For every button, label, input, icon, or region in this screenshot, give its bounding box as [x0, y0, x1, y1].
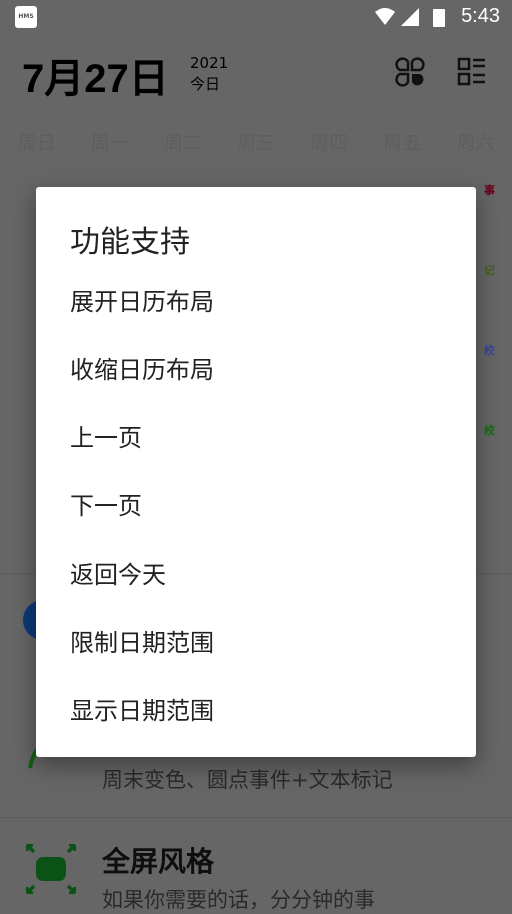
- dialog-title: 功能支持: [70, 225, 190, 260]
- menu-item-next-page[interactable]: 下一页: [70, 481, 450, 531]
- calendar-mark: 事: [484, 184, 495, 197]
- weekday: 周三: [236, 132, 275, 154]
- weekday: 周五: [383, 132, 422, 154]
- current-date: 7月27日: [22, 57, 169, 101]
- menu-item-back-to-today[interactable]: 返回今天: [70, 550, 450, 600]
- status-bar: HMS 5:43: [0, 0, 512, 35]
- hms-app-icon: HMS: [15, 6, 37, 28]
- menu-item-expand-calendar[interactable]: 展开日历布局: [70, 277, 450, 327]
- weekday: 周日: [17, 132, 56, 154]
- feature-subtitle: 周末变色、圆点事件+文本标记: [102, 768, 393, 792]
- divider: [0, 817, 512, 818]
- feature-dialog: 功能支持 展开日历布局 收缩日历布局 上一页 下一页 返回今天 限制日期范围 显…: [36, 187, 476, 757]
- status-icons: [375, 8, 445, 27]
- clock: 5:43: [461, 5, 500, 27]
- year-label: 2021: [190, 54, 229, 72]
- menu-item-limit-date-range[interactable]: 限制日期范围: [70, 618, 450, 668]
- weekday-header: 周日 周一 周二 周三 周四 周五 周六: [0, 128, 512, 155]
- battery-charging-icon: [433, 9, 445, 27]
- calendar-mark: 校: [484, 424, 495, 437]
- weekday: 周四: [310, 132, 349, 154]
- menu-item-show-date-range[interactable]: 显示日期范围: [70, 686, 450, 736]
- weekday: 周一: [90, 132, 129, 154]
- menu-item-previous-page[interactable]: 上一页: [70, 413, 450, 463]
- wifi-icon: [375, 8, 395, 25]
- calendar-mark: 记: [484, 264, 495, 277]
- feature-title: 全屏风格: [102, 845, 215, 878]
- calendar-mark: 校: [484, 344, 495, 357]
- fullscreen-icon: [26, 844, 76, 894]
- signal-icon: [401, 8, 419, 26]
- today-label[interactable]: 今日: [190, 73, 220, 94]
- weekday: 周二: [163, 132, 202, 154]
- menu-item-collapse-calendar[interactable]: 收缩日历布局: [70, 345, 450, 395]
- clover-icon[interactable]: [393, 55, 427, 89]
- list-layout-icon[interactable]: [457, 57, 487, 87]
- weekday: 周六: [456, 132, 495, 154]
